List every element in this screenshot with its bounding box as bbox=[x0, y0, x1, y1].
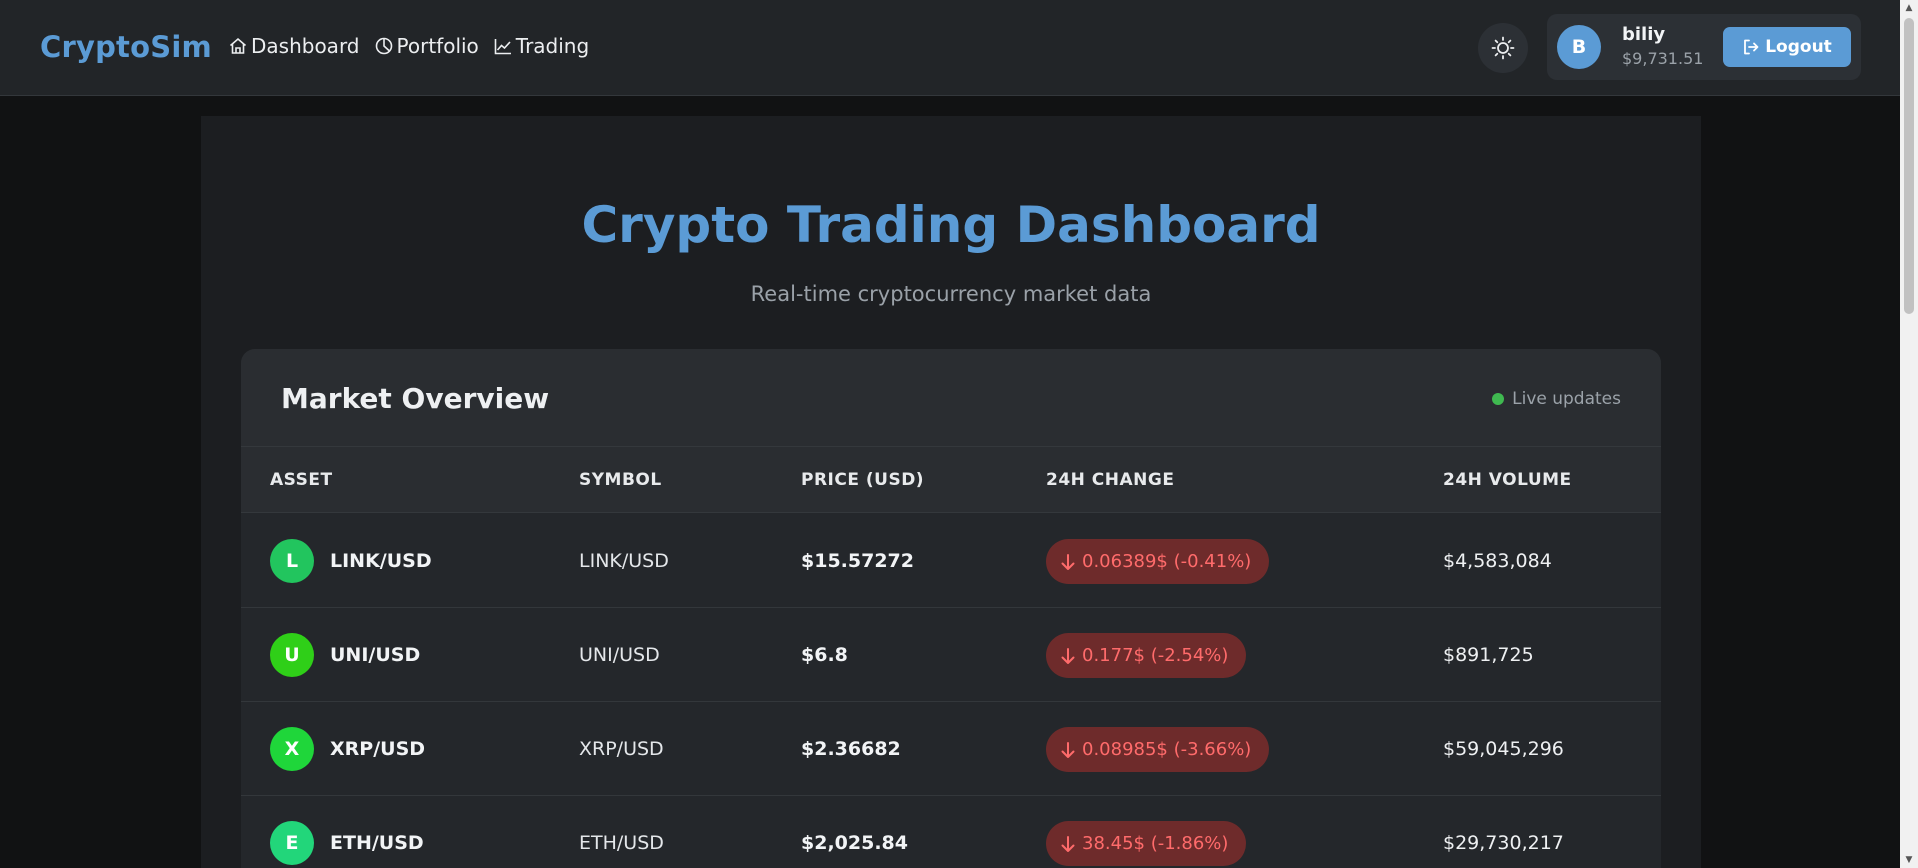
change-badge: 38.45$ (-1.86%) bbox=[1046, 821, 1247, 866]
arrow-down-icon bbox=[1061, 553, 1075, 570]
logout-label: Logout bbox=[1765, 37, 1832, 57]
change-badge: 0.177$ (-2.54%) bbox=[1046, 633, 1247, 678]
asset-price: $2,025.84 bbox=[801, 832, 908, 854]
asset-price: $15.57272 bbox=[801, 550, 914, 572]
brand-logo[interactable]: CryptoSim bbox=[40, 30, 212, 64]
main-content: Crypto Trading Dashboard Real-time crypt… bbox=[201, 116, 1701, 868]
column-header-volume[interactable]: 24H VOLUME bbox=[1443, 470, 1572, 490]
asset-price: $6.8 bbox=[801, 644, 848, 666]
sun-icon bbox=[1491, 36, 1515, 60]
column-header-symbol[interactable]: SYMBOL bbox=[579, 470, 662, 490]
live-indicator: Live updates bbox=[1492, 389, 1621, 409]
scroll-down-arrow-icon[interactable]: ▼ bbox=[1904, 855, 1914, 865]
column-header-change[interactable]: 24H CHANGE bbox=[1046, 470, 1174, 490]
card-title: Market Overview bbox=[281, 382, 550, 415]
logout-button[interactable]: Logout bbox=[1723, 27, 1851, 67]
change-value: 0.08985$ (-3.66%) bbox=[1082, 739, 1252, 760]
theme-toggle-button[interactable] bbox=[1478, 23, 1528, 73]
top-navbar: CryptoSim Dashboard Portfolio Trading B … bbox=[0, 0, 1900, 96]
change-value: 0.177$ (-2.54%) bbox=[1082, 645, 1229, 666]
nav-trading-label: Trading bbox=[515, 34, 590, 58]
arrow-down-icon bbox=[1061, 741, 1075, 758]
asset-name: XRP/USD bbox=[330, 738, 426, 760]
page-scrollbar[interactable]: ▲ ▼ bbox=[1900, 0, 1918, 868]
scrollbar-thumb[interactable] bbox=[1904, 18, 1914, 314]
coin-avatar: L bbox=[270, 539, 314, 583]
table-row[interactable]: E ETH/USD ETH/USD $2,025.84 38.45$ (-1.8… bbox=[241, 796, 1661, 868]
avatar[interactable]: B bbox=[1557, 25, 1601, 69]
table-row[interactable]: L LINK/USD LINK/USD $15.57272 0.06389$ (… bbox=[241, 514, 1661, 608]
column-header-price[interactable]: PRICE (USD) bbox=[801, 470, 924, 490]
asset-name: UNI/USD bbox=[330, 644, 421, 666]
change-value: 38.45$ (-1.86%) bbox=[1082, 833, 1229, 854]
nav-portfolio-label: Portfolio bbox=[396, 34, 479, 58]
coin-avatar: X bbox=[270, 727, 314, 771]
asset-volume: $4,583,084 bbox=[1443, 550, 1552, 572]
arrow-down-icon bbox=[1061, 647, 1075, 664]
asset-volume: $59,045,296 bbox=[1443, 738, 1564, 760]
main-nav: Dashboard Portfolio Trading bbox=[228, 34, 589, 58]
username: biliy bbox=[1622, 24, 1666, 45]
live-label: Live updates bbox=[1512, 389, 1621, 409]
coin-avatar: U bbox=[270, 633, 314, 677]
arrow-down-icon bbox=[1061, 835, 1075, 852]
asset-price: $2.36682 bbox=[801, 738, 901, 760]
market-overview-card: Market Overview Live updates ASSET SYMBO… bbox=[241, 349, 1661, 868]
user-balance: $9,731.51 bbox=[1622, 49, 1704, 68]
asset-symbol: LINK/USD bbox=[579, 550, 669, 572]
column-header-asset[interactable]: ASSET bbox=[270, 470, 333, 490]
change-value: 0.06389$ (-0.41%) bbox=[1082, 551, 1252, 572]
logout-icon bbox=[1744, 39, 1759, 55]
pie-chart-icon bbox=[375, 37, 392, 55]
nav-dashboard-label: Dashboard bbox=[251, 34, 360, 58]
asset-name: LINK/USD bbox=[330, 550, 432, 572]
nav-dashboard[interactable]: Dashboard bbox=[228, 34, 360, 58]
trend-line-icon bbox=[494, 39, 511, 55]
asset-symbol: ETH/USD bbox=[579, 832, 664, 854]
scroll-up-arrow-icon[interactable]: ▲ bbox=[1904, 3, 1914, 13]
asset-volume: $29,730,217 bbox=[1443, 832, 1564, 854]
table-header: ASSET SYMBOL PRICE (USD) 24H CHANGE 24H … bbox=[241, 447, 1661, 513]
asset-symbol: UNI/USD bbox=[579, 644, 660, 666]
nav-trading[interactable]: Trading bbox=[493, 34, 589, 58]
asset-volume: $891,725 bbox=[1443, 644, 1534, 666]
change-badge: 0.06389$ (-0.41%) bbox=[1046, 539, 1270, 584]
change-badge: 0.08985$ (-3.66%) bbox=[1046, 727, 1270, 772]
nav-portfolio[interactable]: Portfolio bbox=[374, 34, 479, 58]
page-subtitle: Real-time cryptocurrency market data bbox=[750, 282, 1152, 306]
asset-name: ETH/USD bbox=[330, 832, 424, 854]
table-row[interactable]: U UNI/USD UNI/USD $6.8 0.177$ (-2.54%) $… bbox=[241, 608, 1661, 702]
user-menu: B biliy $9,731.51 Logout bbox=[1547, 14, 1861, 80]
card-header: Market Overview Live updates bbox=[241, 349, 1661, 447]
coin-avatar: E bbox=[270, 821, 314, 865]
table-row[interactable]: X XRP/USD XRP/USD $2.36682 0.08985$ (-3.… bbox=[241, 702, 1661, 796]
home-icon bbox=[229, 37, 247, 54]
page-title: Crypto Trading Dashboard bbox=[581, 196, 1321, 254]
live-dot-icon bbox=[1492, 393, 1505, 405]
asset-symbol: XRP/USD bbox=[579, 738, 664, 760]
